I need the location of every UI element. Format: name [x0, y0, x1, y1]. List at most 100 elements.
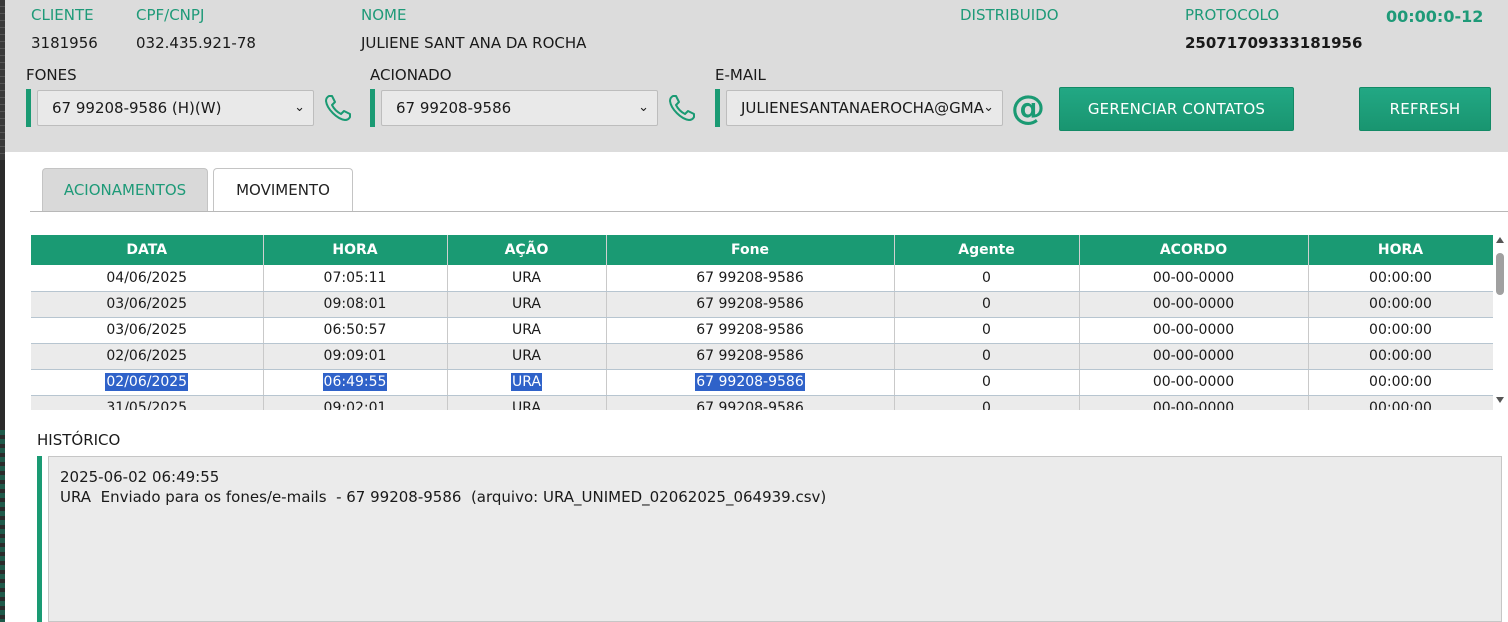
cell-acordo[interactable]: 00-00-0000 — [1079, 395, 1309, 410]
cell-text: 02/06/2025 — [106, 348, 188, 364]
cell-hora-acordo[interactable]: 00:00:00 — [1308, 343, 1493, 370]
cell-text: URA — [512, 348, 541, 364]
cell-acao[interactable]: URA — [447, 369, 607, 396]
column-header-acao[interactable]: AÇÃO — [447, 235, 607, 265]
cell-acao[interactable]: URA — [447, 265, 607, 292]
cell-acordo[interactable]: 00-00-0000 — [1079, 291, 1309, 318]
cell-text: 0 — [982, 400, 991, 410]
manage-contacts-button[interactable]: GERENCIAR CONTATOS — [1059, 87, 1294, 131]
cell-text: 0 — [982, 348, 991, 364]
cell-agente[interactable]: 0 — [894, 369, 1080, 396]
tab-acionamentos[interactable]: ACIONAMENTOS — [42, 168, 208, 211]
protocolo-label: PROTOCOLO — [1185, 6, 1280, 24]
cell-acordo[interactable]: 00-00-0000 — [1079, 265, 1309, 292]
nome-label: NOME — [361, 6, 407, 24]
email-accent-bar — [715, 89, 720, 127]
cell-acao[interactable]: URA — [447, 343, 607, 370]
cell-acordo[interactable]: 00-00-0000 — [1079, 343, 1309, 370]
column-header-hora[interactable]: HORA — [263, 235, 448, 265]
cell-fone[interactable]: 67 99208-9586 — [606, 265, 895, 292]
cell-hora[interactable]: 09:02:01 — [263, 395, 448, 410]
cell-text: 00:00:00 — [1369, 322, 1432, 338]
cell-fone[interactable]: 67 99208-9586 — [606, 395, 895, 410]
cell-data[interactable]: 02/06/2025 — [31, 369, 264, 396]
cell-text: 09:08:01 — [323, 296, 387, 312]
cell-hora-acordo[interactable]: 00:00:00 — [1308, 369, 1493, 396]
cell-acao[interactable]: URA — [447, 291, 607, 318]
fones-select[interactable]: 67 99208-9586 (H)(W) ⌄ — [37, 90, 314, 126]
column-header-hora-acordo[interactable]: HORA — [1308, 235, 1493, 265]
table-row[interactable]: 03/06/2025 09:08:01 URA 67 99208-9586 0 00-00… — [31, 291, 1493, 318]
scroll-down-arrow-icon[interactable] — [1496, 397, 1504, 403]
table-row[interactable]: 02/06/2025 09:09:01 URA 67 99208-9586 0 00-00… — [31, 343, 1493, 370]
cell-text: 06:50:57 — [323, 322, 387, 338]
cell-fone[interactable]: 67 99208-9586 — [606, 291, 895, 318]
cell-fone[interactable]: 67 99208-9586 — [606, 369, 895, 396]
fones-select-value: 67 99208-9586 (H)(W) — [52, 99, 222, 117]
table-row[interactable]: 04/06/2025 07:05:11 URA 67 99208-9586 0 00-00… — [31, 265, 1493, 292]
cell-agente[interactable]: 0 — [894, 317, 1080, 344]
column-header-agente[interactable]: Agente — [894, 235, 1080, 265]
cell-acao[interactable]: URA — [447, 395, 607, 410]
cell-text: 00:00:00 — [1369, 400, 1432, 410]
cell-data[interactable]: 02/06/2025 — [31, 343, 264, 370]
cell-hora-acordo[interactable]: 00:00:00 — [1308, 291, 1493, 318]
cell-text: 00-00-0000 — [1152, 400, 1235, 410]
cell-text: 67 99208-9586 — [696, 348, 804, 364]
cell-hora[interactable]: 09:09:01 — [263, 343, 448, 370]
table-scrollbar[interactable] — [1493, 235, 1508, 410]
at-icon[interactable]: @ — [1011, 91, 1045, 125]
cell-fone[interactable]: 67 99208-9586 — [606, 343, 895, 370]
cell-hora[interactable]: 07:05:11 — [263, 265, 448, 292]
cell-hora-acordo[interactable]: 00:00:00 — [1308, 395, 1493, 410]
phone-icon[interactable] — [666, 92, 698, 124]
historico-accent-bar — [37, 456, 42, 622]
fones-label: FONES — [26, 66, 77, 84]
cell-acao[interactable]: URA — [447, 317, 607, 344]
email-select[interactable]: JULIENESANTANAEROCHA@GMA ⌄ — [726, 90, 1003, 126]
cell-agente[interactable]: 0 — [894, 395, 1080, 410]
cell-hora[interactable]: 09:08:01 — [263, 291, 448, 318]
cell-acordo[interactable]: 00-00-0000 — [1079, 369, 1309, 396]
scroll-thumb[interactable] — [1496, 253, 1504, 295]
historico-line-timestamp: 2025-06-02 06:49:55 — [60, 468, 220, 486]
cell-fone[interactable]: 67 99208-9586 — [606, 317, 895, 344]
acionamentos-table-container[interactable]: DATA HORA AÇÃO Fone Agente ACORDO HORA 0… — [31, 235, 1493, 410]
protocolo-value: 25071709333181956 — [1185, 34, 1363, 52]
tab-movimento[interactable]: MOVIMENTO — [213, 168, 353, 211]
historico-textarea[interactable]: 2025-06-02 06:49:55 URA Enviado para os … — [48, 456, 1502, 622]
cell-data[interactable]: 03/06/2025 — [31, 317, 264, 344]
cell-text: 06:49:55 — [322, 373, 388, 391]
cell-agente[interactable]: 0 — [894, 343, 1080, 370]
scroll-up-arrow-icon[interactable] — [1496, 237, 1504, 243]
column-header-fone[interactable]: Fone — [606, 235, 895, 265]
cell-hora-acordo[interactable]: 00:00:00 — [1308, 317, 1493, 344]
cell-text: 67 99208-9586 — [695, 373, 805, 391]
cell-text: 00-00-0000 — [1152, 269, 1235, 286]
cell-acordo[interactable]: 00-00-0000 — [1079, 317, 1309, 344]
cell-agente[interactable]: 0 — [894, 291, 1080, 318]
tabs-divider — [30, 211, 1508, 212]
cell-data[interactable]: 03/06/2025 — [31, 291, 264, 318]
table-row[interactable]: 02/06/2025 06:49:55 URA 67 99208-9586 0 00-00… — [31, 369, 1493, 396]
cell-text: 67 99208-9586 — [696, 322, 804, 338]
cell-text: 67 99208-9586 — [696, 400, 804, 410]
column-header-acordo[interactable]: ACORDO — [1079, 235, 1309, 265]
acionado-select[interactable]: 67 99208-9586 ⌄ — [381, 90, 658, 126]
phone-icon[interactable] — [322, 92, 354, 124]
cell-hora-acordo[interactable]: 00:00:00 — [1308, 265, 1493, 292]
left-edge-strip-bottom — [0, 430, 5, 622]
cell-agente[interactable]: 0 — [894, 265, 1080, 292]
table-row[interactable]: 03/06/2025 06:50:57 URA 67 99208-9586 0 00-00… — [31, 317, 1493, 344]
cell-text: 03/06/2025 — [106, 296, 188, 312]
cell-text: 0 — [982, 374, 991, 390]
historico-line-message: URA Enviado para os fones/e-mails - 67 9… — [60, 488, 827, 506]
client-header: CLIENTE 3181956 CPF/CNPJ 032.435.921-78 … — [5, 0, 1508, 152]
cell-hora[interactable]: 06:49:55 — [263, 369, 448, 396]
table-row[interactable]: 31/05/2025 09:02:01 URA 67 99208-9586 0 00-00… — [31, 395, 1493, 410]
cell-data[interactable]: 04/06/2025 — [31, 265, 264, 292]
cell-data[interactable]: 31/05/2025 — [31, 395, 264, 410]
refresh-button[interactable]: REFRESH — [1359, 87, 1491, 131]
cell-hora[interactable]: 06:50:57 — [263, 317, 448, 344]
column-header-data[interactable]: DATA — [31, 235, 264, 265]
